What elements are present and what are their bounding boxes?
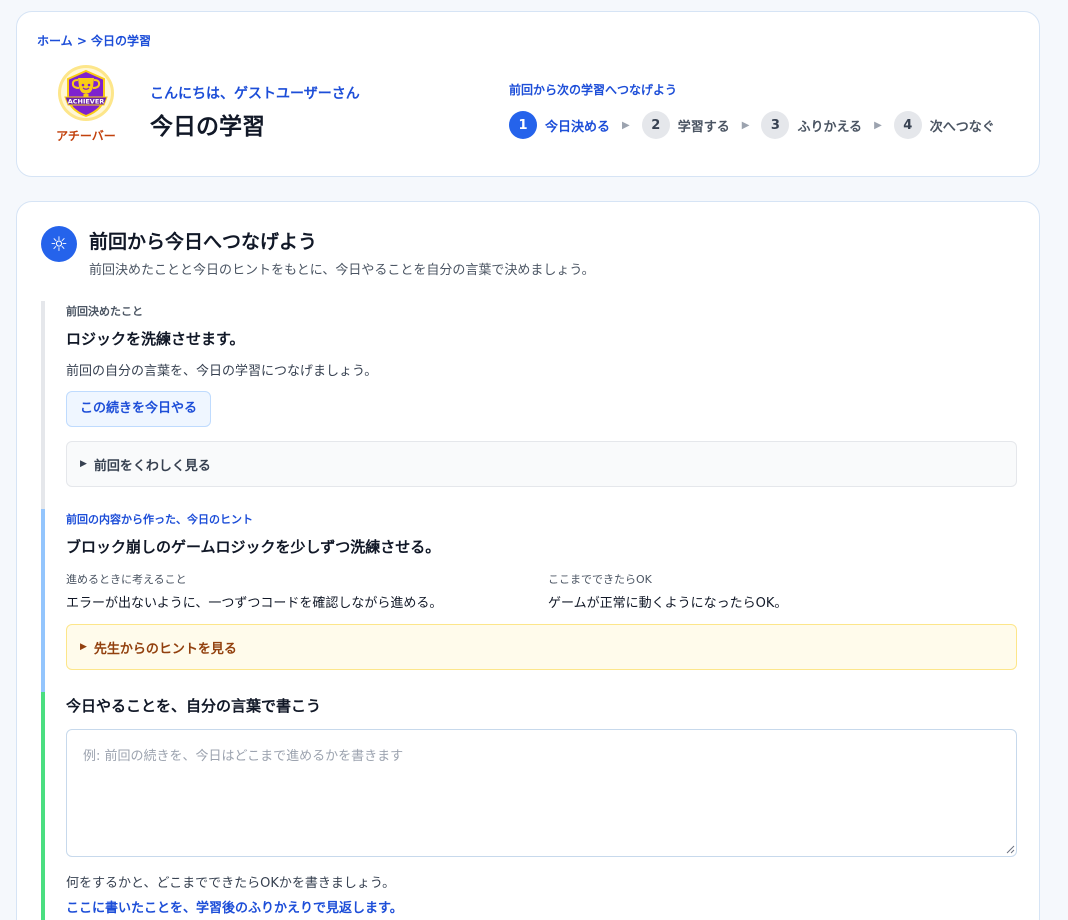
disclosure-triangle-icon: ▶ bbox=[80, 642, 87, 652]
step-label: 学習する bbox=[677, 119, 730, 135]
trophy-badge-icon: ACHIEVER bbox=[58, 65, 114, 121]
previous-accent-bar bbox=[41, 301, 45, 509]
header-card: ホーム > 今日の学習 ACHIEVER アチーバー こんにちは、ゲストユーザー… bbox=[16, 11, 1040, 177]
previous-note: 前回の自分の言葉を、今日の学習につなげましょう。 bbox=[66, 364, 378, 379]
today-help: 何をするかと、どこまでできたらOKかを書きましょう。 bbox=[66, 876, 396, 891]
today-note: ここに書いたことを、学習後のふりかえりで見返します。 bbox=[66, 901, 403, 916]
teacher-hint-label: 先生からのヒントを見る bbox=[93, 641, 237, 657]
steps-caption: 前回から次の学習へつなげよう bbox=[509, 83, 678, 97]
step-number: 4 bbox=[893, 111, 922, 139]
step-number: 1 bbox=[509, 111, 537, 139]
continue-today-button[interactable]: この続きを今日やる bbox=[66, 391, 212, 427]
badge-label: アチーバー bbox=[56, 129, 116, 143]
sun-icon: ☼ bbox=[41, 226, 77, 262]
ok-value: ゲームが正常に動くようになったらOK。 bbox=[548, 596, 788, 611]
today-plan-textarea[interactable] bbox=[66, 729, 1017, 857]
step-label: ふりかえる bbox=[797, 119, 863, 135]
achievement-badge: ACHIEVER アチーバー bbox=[55, 64, 117, 144]
hint-text: ブロック崩しのゲームロジックを少しずつ洗練させる。 bbox=[66, 538, 441, 556]
previous-goal: ロジックを洗練させます。 bbox=[66, 330, 245, 348]
resize-handle-icon[interactable] bbox=[1006, 845, 1015, 854]
badge-emblem-text: ACHIEVER bbox=[68, 98, 105, 106]
section-title: 前回から今日へつなげよう bbox=[89, 231, 318, 253]
today-plan-block: 今日やることを、自分の言葉で書こう 何をするかと、どこまでできたらOKかを書きま… bbox=[41, 692, 1017, 920]
hint-block: 前回の内容から作った、今日のヒント ブロック崩しのゲームロジックを少しずつ洗練さ… bbox=[41, 509, 1017, 692]
arrow-right-icon: ▶ bbox=[874, 119, 882, 131]
page-title: 今日の学習 bbox=[150, 114, 265, 140]
consider-value: エラーが出ないように、一つずつコードを確認しながら進める。 bbox=[66, 596, 443, 611]
previous-plan-block: 前回決めたこと ロジックを洗練させます。 前回の自分の言葉を、今日の学習につなげ… bbox=[41, 301, 1017, 509]
step-number: 2 bbox=[641, 111, 670, 139]
previous-details-toggle[interactable]: ▶ 前回をくわしく見る bbox=[66, 441, 1017, 487]
greeting: こんにちは、ゲストユーザーさん bbox=[150, 86, 360, 102]
ok-label: ここまでできたらOK bbox=[548, 573, 652, 586]
breadcrumb[interactable]: ホーム > 今日の学習 bbox=[37, 32, 151, 49]
arrow-right-icon: ▶ bbox=[622, 119, 630, 131]
teacher-hint-toggle[interactable]: ▶ 先生からのヒントを見る bbox=[66, 624, 1017, 670]
hint-ok: ここまでできたらOK ゲームが正常に動くようになったらOK。 bbox=[548, 571, 787, 611]
step-4: 4 次へつなぐ bbox=[893, 111, 995, 139]
step-label: 今日決める bbox=[545, 119, 611, 135]
step-3: 3 ふりかえる bbox=[761, 111, 862, 139]
hint-accent-bar bbox=[41, 509, 45, 692]
consider-label: 進めるときに考えること bbox=[66, 573, 187, 586]
today-accent-bar bbox=[41, 692, 45, 920]
step-progress: 1 今日決める ▶ 2 学習する ▶ 3 ふりかえる ▶ 4 次へつなぐ bbox=[509, 111, 995, 139]
step-1: 1 今日決める bbox=[509, 111, 610, 139]
previous-label: 前回決めたこと bbox=[66, 305, 143, 318]
step-2: 2 学習する bbox=[641, 111, 730, 139]
section-subtitle: 前回決めたことと今日のヒントをもとに、今日やることを自分の言葉で決めましょう。 bbox=[89, 263, 595, 278]
hint-label: 前回の内容から作った、今日のヒント bbox=[66, 513, 253, 526]
today-heading: 今日やることを、自分の言葉で書こう bbox=[66, 697, 322, 715]
arrow-right-icon: ▶ bbox=[741, 119, 750, 131]
previous-details-label: 前回をくわしく見る bbox=[93, 458, 211, 474]
step-label: 次へつなぐ bbox=[929, 119, 995, 135]
disclosure-triangle-icon: ▶ bbox=[80, 459, 87, 469]
step-number: 3 bbox=[761, 111, 790, 139]
hint-consider: 進めるときに考えること エラーが出ないように、一つずつコードを確認しながら進める… bbox=[66, 571, 442, 611]
connect-section-card: ☼ 前回から今日へつなげよう 前回決めたことと今日のヒントをもとに、今日やること… bbox=[16, 201, 1040, 920]
